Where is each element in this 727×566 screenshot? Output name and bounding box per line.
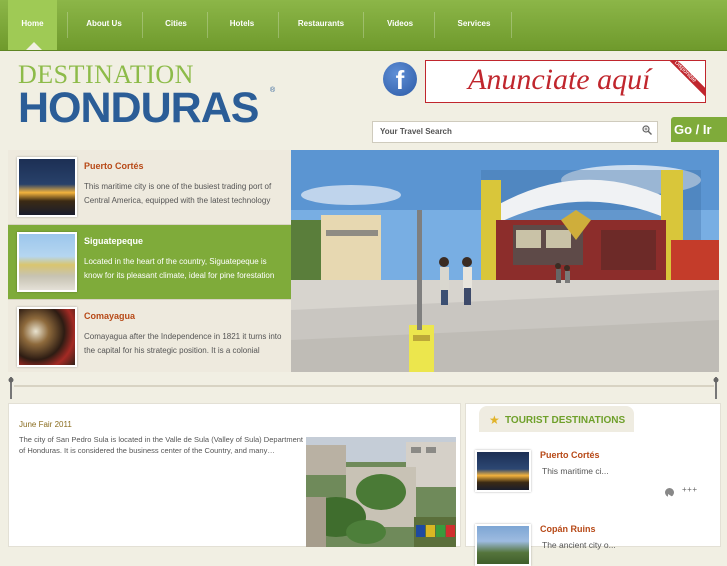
slide-description: Comayagua after the Independence in 1821… [84, 332, 282, 355]
slide-thumbnail [17, 157, 77, 217]
slider-list: Puerto Cortés This maritime city is one … [8, 150, 327, 374]
hero-image[interactable] [291, 150, 719, 372]
nav-item-services[interactable]: Services [437, 0, 511, 50]
destination-thumbnail [475, 524, 531, 566]
logo-honduras[interactable]: HONDURAS [18, 84, 259, 133]
news-image[interactable] [306, 437, 456, 547]
search-input[interactable]: Your Travel Search [372, 121, 658, 143]
nav-separator [511, 12, 512, 38]
nav-item-restaurants[interactable]: Restaurants [282, 0, 360, 50]
slide-divider [8, 224, 291, 225]
play-icon[interactable] [665, 488, 674, 499]
active-nav-indicator [26, 42, 42, 50]
slide-title: Siguatepeque [84, 236, 144, 246]
ad-text: Anunciate aquí [468, 63, 651, 96]
nav-item-videos[interactable]: Videos [366, 0, 434, 50]
slide-title: Comayagua [84, 311, 136, 321]
section-divider [14, 385, 714, 387]
news-photo-san-pedro-sula [306, 437, 456, 547]
search-icon[interactable] [642, 125, 652, 135]
more-link[interactable]: +++ [682, 485, 698, 494]
facebook-icon[interactable]: f [383, 62, 417, 96]
advertising-banner[interactable]: Anunciate aquí Disponible [425, 60, 706, 103]
slide-title: Puerto Cortés [84, 161, 144, 171]
nav-separator [207, 12, 208, 38]
slide-divider [8, 299, 291, 300]
go-button[interactable]: Go / Ir [671, 117, 727, 142]
news-text: The city of San Pedro Sula is located in… [19, 435, 303, 455]
ad-corner-ribbon: Disponible [654, 61, 705, 102]
slide-description: Located in the heart of the country, Sig… [84, 257, 275, 280]
slide-item-puerto-cortes[interactable]: Puerto Cortés This maritime city is one … [8, 150, 291, 224]
nav-separator [434, 12, 435, 38]
nav-separator [142, 12, 143, 38]
pin-left-icon [8, 377, 14, 399]
nav-separator [363, 12, 364, 38]
logo-registered-mark: ® [270, 87, 276, 94]
slide-thumbnail [17, 232, 77, 292]
slide-thumbnail [17, 307, 77, 367]
destination-description: This maritime ci... [542, 466, 609, 476]
destination-item-copan-ruins[interactable]: Copán Ruins The ancient city o... [475, 524, 711, 566]
tourist-destinations-panel: ★ TOURIST DESTINATIONS Puerto Cortés Thi… [465, 403, 721, 566]
search-placeholder: Your Travel Search [380, 127, 452, 136]
nav-item-about-us[interactable]: About Us [70, 0, 138, 50]
slide-item-siguatepeque[interactable]: Siguatepeque Located in the heart of the… [8, 225, 327, 299]
destination-name[interactable]: Copán Ruins [540, 524, 596, 534]
destination-description: The ancient city o... [542, 540, 616, 550]
destination-item-puerto-cortes[interactable]: Puerto Cortés This maritime ci... +++ [475, 450, 711, 500]
destination-thumbnail [475, 450, 531, 492]
news-date[interactable]: June Fair 2011 [19, 420, 72, 429]
destination-name[interactable]: Puerto Cortés [540, 450, 600, 460]
top-navigation: Home About Us Cities Hotels Restaurants … [0, 0, 727, 51]
pin-right-icon [713, 377, 719, 399]
tourist-destinations-title: TOURIST DESTINATIONS [505, 415, 626, 426]
nav-separator [278, 12, 279, 38]
nav-item-hotels[interactable]: Hotels [210, 0, 274, 50]
nav-separator [67, 12, 68, 38]
slide-description: This maritime city is one of the busiest… [84, 182, 272, 205]
hero-photo-siguatepeque-plaza [291, 150, 719, 372]
news-panel: June Fair 2011 The city of San Pedro Sul… [8, 403, 461, 547]
nav-item-cities[interactable]: Cities [145, 0, 207, 50]
star-icon: ★ [489, 413, 500, 427]
slide-item-comayagua[interactable]: Comayagua Comayagua after the Independen… [8, 300, 291, 374]
